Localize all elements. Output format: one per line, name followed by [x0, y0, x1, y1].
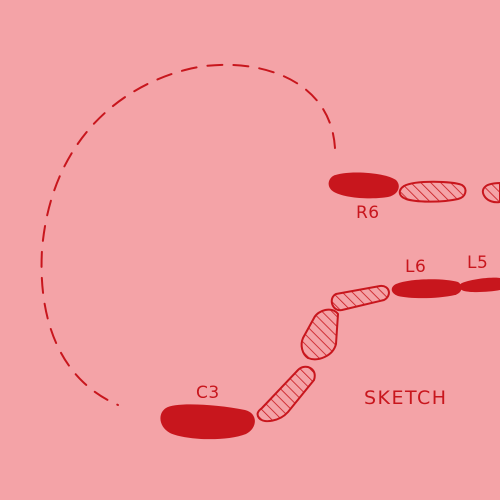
segment-hatched-3	[330, 284, 390, 312]
segment-r6-hatched-edge	[481, 181, 500, 204]
label-r6: R6	[356, 203, 380, 223]
segment-c3	[160, 404, 255, 440]
dashed-arc-route	[40, 63, 336, 406]
label-l6: L6	[405, 257, 427, 277]
segment-l6	[391, 279, 462, 299]
segment-l5	[459, 277, 500, 293]
label-l5: L5	[467, 253, 489, 273]
segment-hatched-1	[256, 365, 316, 423]
segment-hatched-2	[300, 308, 340, 361]
sketch-canvas: R6 L6 L5 C3 SKETCH	[0, 0, 500, 500]
label-c3: C3	[196, 383, 220, 403]
segment-r6-hatched	[398, 180, 467, 203]
label-sketch: SKETCH	[364, 387, 448, 409]
segment-r6	[328, 172, 399, 199]
sketch-drawing	[40, 63, 500, 440]
